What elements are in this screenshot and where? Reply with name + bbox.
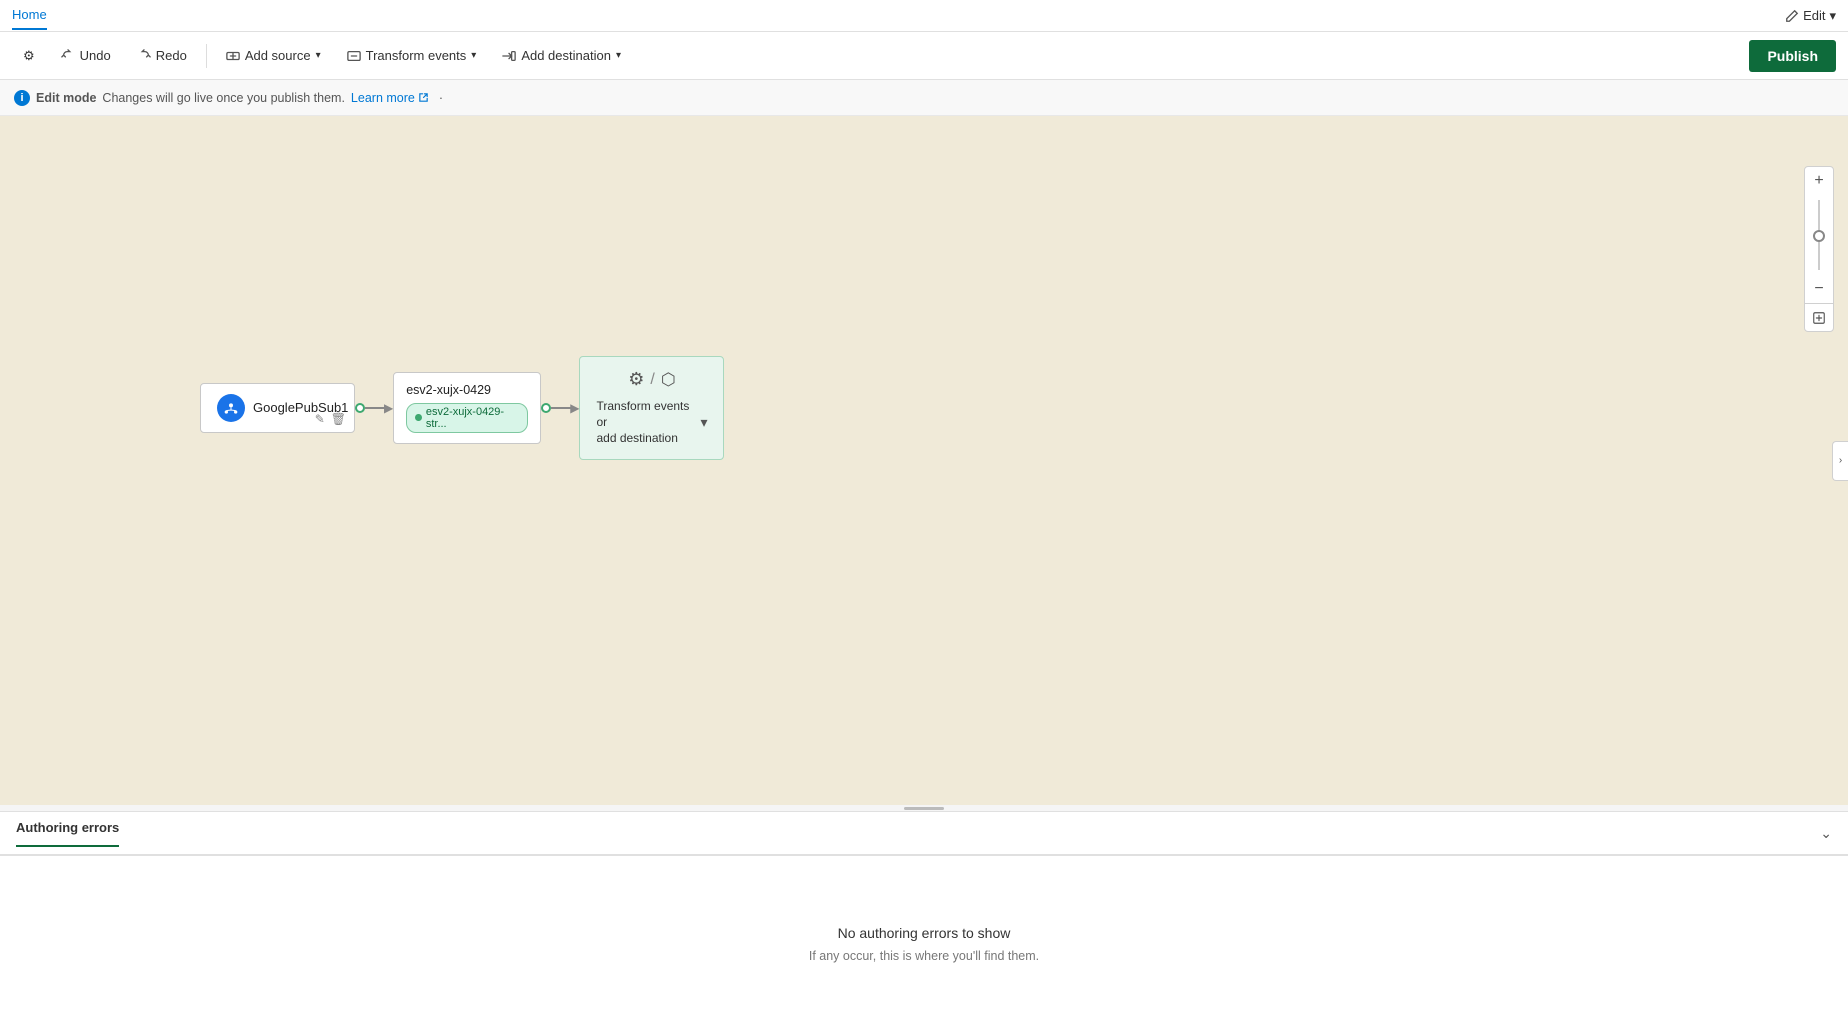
- transform-icons: ⚙ / ⬡: [628, 369, 675, 390]
- zoom-handle[interactable]: [1813, 230, 1825, 242]
- info-dot: ·: [439, 91, 443, 105]
- transform-icon: [347, 49, 361, 63]
- redo-icon: [137, 49, 151, 63]
- zoom-in-button[interactable]: +: [1805, 167, 1833, 195]
- undo-button[interactable]: Undo: [50, 41, 122, 70]
- bottom-panel: Authoring errors ⌄ No authoring errors t…: [0, 811, 1848, 1031]
- add-source-icon: [226, 49, 240, 63]
- gear-icon: ⚙: [628, 369, 644, 390]
- add-destination-icon: [502, 49, 516, 63]
- zoom-controls: + −: [1804, 166, 1834, 332]
- event-tag-dot: [415, 414, 422, 421]
- delete-node-icon[interactable]: 🗑: [331, 412, 346, 426]
- side-toggle-icon: ›: [1839, 455, 1842, 466]
- event-tag-label: esv2-xujx-0429-str...: [426, 406, 519, 430]
- panel-expand-button[interactable]: ⌄: [1820, 825, 1832, 842]
- transform-chevron: ▾: [471, 50, 476, 61]
- publish-button[interactable]: Publish: [1749, 40, 1836, 72]
- no-errors-title: No authoring errors to show: [838, 925, 1011, 941]
- learn-more-link[interactable]: Learn more: [351, 91, 429, 105]
- zoom-track: [1818, 200, 1820, 270]
- event-tag: esv2-xujx-0429-str...: [406, 403, 528, 433]
- edit-mode-label: Edit mode: [36, 91, 96, 105]
- panel-body: No authoring errors to show If any occur…: [0, 856, 1848, 1031]
- source-node-actions: ✎ 🗑: [315, 412, 346, 426]
- transform-dropdown-icon[interactable]: ▾: [700, 414, 707, 431]
- info-bar: i Edit mode Changes will go live once yo…: [0, 80, 1848, 116]
- connector-2: ▶: [541, 401, 579, 415]
- source-node[interactable]: GooglePubSub1 ✎ 🗑: [200, 383, 355, 433]
- external-link-icon: [418, 92, 429, 103]
- connector-dot-1: [355, 403, 365, 413]
- reset-zoom-button[interactable]: [1805, 303, 1833, 331]
- zoom-slider[interactable]: [1805, 195, 1833, 275]
- transform-node[interactable]: ⚙ / ⬡ Transform events oradd destination…: [579, 356, 724, 460]
- title-bar: Home Edit ▾: [0, 0, 1848, 32]
- transform-node-bottom: Transform events oradd destination ▾: [596, 398, 707, 447]
- add-destination-chevron: ▾: [616, 50, 621, 61]
- transform-events-button[interactable]: Transform events ▾: [336, 41, 488, 70]
- no-errors-sub: If any occur, this is where you'll find …: [809, 949, 1039, 963]
- export-icon: ⬡: [661, 370, 676, 390]
- connector-1: ▶: [355, 401, 393, 415]
- arrow-1: ▶: [384, 401, 393, 415]
- zoom-out-button[interactable]: −: [1805, 275, 1833, 303]
- panel-title: Authoring errors: [16, 820, 119, 847]
- event-node[interactable]: esv2-xujx-0429 esv2-xujx-0429-str...: [393, 372, 541, 444]
- pubsub-icon: [223, 400, 239, 416]
- event-node-title: esv2-xujx-0429: [406, 383, 528, 397]
- add-source-button[interactable]: Add source ▾: [215, 41, 332, 70]
- home-tab[interactable]: Home: [12, 1, 47, 30]
- add-source-chevron: ▾: [316, 50, 321, 61]
- settings-icon: ⚙: [23, 48, 35, 64]
- edit-button[interactable]: Edit ▾: [1785, 8, 1836, 24]
- source-icon: [217, 394, 245, 422]
- undo-icon: [61, 49, 75, 63]
- info-icon: i: [14, 90, 30, 106]
- reset-icon: [1812, 311, 1826, 325]
- connector-dot-2: [541, 403, 551, 413]
- settings-button[interactable]: ⚙: [12, 41, 46, 71]
- info-description: Changes will go live once you publish th…: [102, 91, 345, 105]
- edit-node-icon[interactable]: ✎: [315, 412, 325, 426]
- arrow-2: ▶: [570, 401, 579, 415]
- divider-bar: [904, 807, 944, 810]
- transform-label: Transform events oradd destination: [596, 398, 700, 447]
- side-panel-toggle[interactable]: ›: [1832, 441, 1848, 481]
- canvas: GooglePubSub1 ✎ 🗑 ▶ esv2-xujx-0429 esv2-…: [0, 116, 1848, 805]
- redo-button[interactable]: Redo: [126, 41, 198, 70]
- panel-header: Authoring errors ⌄: [0, 812, 1848, 856]
- edit-icon: [1785, 9, 1799, 23]
- slash-separator: /: [650, 371, 654, 389]
- toolbar: ⚙ Undo Redo Add source ▾ Transform event…: [0, 32, 1848, 80]
- add-destination-button[interactable]: Add destination ▾: [491, 41, 632, 70]
- flow-container: GooglePubSub1 ✎ 🗑 ▶ esv2-xujx-0429 esv2-…: [200, 356, 724, 460]
